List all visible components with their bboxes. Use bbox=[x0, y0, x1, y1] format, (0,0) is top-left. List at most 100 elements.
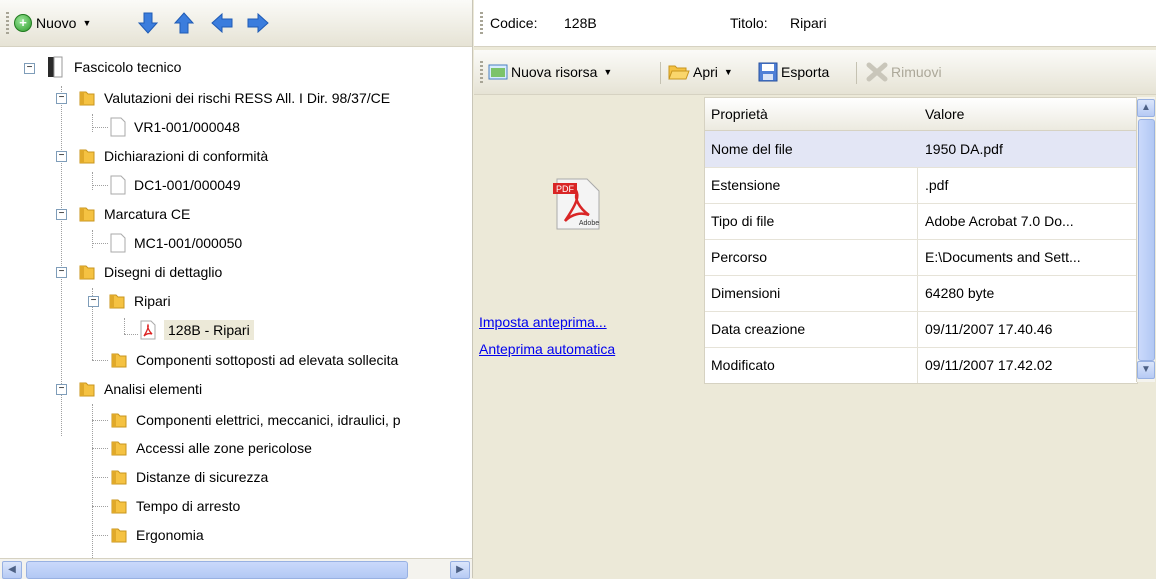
properties-grid: Proprietà Valore Nome del file 1950 DA.p… bbox=[704, 97, 1138, 384]
tree-document[interactable]: VR1-001/000048 bbox=[110, 113, 240, 141]
tree-connector bbox=[92, 127, 108, 128]
vertical-scrollbar[interactable]: ▲ ▼ bbox=[1136, 97, 1155, 382]
export-button[interactable]: Esporta bbox=[758, 60, 829, 84]
title-label: Titolo: bbox=[730, 15, 768, 31]
column-header-value[interactable]: Valore bbox=[925, 106, 964, 122]
document-icon bbox=[110, 233, 126, 253]
tree-node-label: 128B - Ripari bbox=[164, 320, 254, 340]
title-field[interactable]: Ripari bbox=[790, 15, 827, 31]
arrow-up-icon[interactable] bbox=[172, 11, 196, 35]
collapse-toggle[interactable]: − bbox=[56, 267, 67, 278]
collapse-toggle[interactable]: − bbox=[56, 209, 67, 220]
tree-folder[interactable]: Marcatura CE bbox=[78, 200, 190, 228]
toolbar-grip[interactable] bbox=[6, 12, 9, 34]
scroll-thumb[interactable] bbox=[1138, 119, 1155, 361]
tree-folder[interactable]: Componenti elettrici, meccanici, idrauli… bbox=[110, 406, 401, 434]
tree-connector bbox=[92, 420, 108, 421]
property-row-selected[interactable]: Nome del file 1950 DA.pdf bbox=[705, 131, 1137, 168]
scroll-down-icon[interactable]: ▼ bbox=[1137, 361, 1155, 379]
tree-node-label: DC1-001/000049 bbox=[134, 177, 241, 193]
collapse-toggle[interactable]: − bbox=[88, 296, 99, 307]
dropdown-caret-icon[interactable]: ▼ bbox=[724, 67, 733, 77]
property-row[interactable]: Estensione .pdf bbox=[705, 167, 1137, 204]
property-value: 1950 DA.pdf bbox=[925, 141, 1003, 157]
toolbar-grip[interactable] bbox=[480, 61, 483, 83]
column-header-property[interactable]: Proprietà bbox=[711, 106, 768, 122]
folder-icon bbox=[79, 91, 95, 106]
tree-connector bbox=[124, 318, 125, 334]
tree-document[interactable]: MC1-001/000050 bbox=[110, 229, 242, 257]
remove-button[interactable]: Rimuovi bbox=[866, 60, 942, 84]
dropdown-caret-icon[interactable]: ▼ bbox=[82, 18, 91, 28]
arrow-down-icon[interactable] bbox=[136, 11, 160, 35]
horizontal-scrollbar[interactable]: ◀ ▶ bbox=[0, 558, 472, 579]
pdf-file-icon bbox=[140, 320, 156, 340]
set-preview-link[interactable]: Imposta anteprima... bbox=[479, 314, 607, 330]
resource-toolbar: Nuova risorsa ▼ Apri ▼ Esporta Rimuovi bbox=[474, 50, 1156, 95]
tree-folder[interactable]: Disegni di dettaglio bbox=[78, 258, 222, 286]
folder-icon bbox=[111, 413, 127, 428]
auto-preview-link[interactable]: Anteprima automatica bbox=[479, 341, 615, 357]
tree-connector bbox=[92, 185, 108, 186]
tree-folder[interactable]: Accessi alle zone pericolose bbox=[110, 434, 312, 462]
scroll-right-icon[interactable]: ▶ bbox=[450, 561, 470, 579]
tree-folder[interactable]: Distanze di sicurezza bbox=[110, 463, 268, 491]
property-row[interactable]: Percorso E:\Documents and Sett... bbox=[705, 239, 1137, 276]
tree-node-label: MC1-001/000050 bbox=[134, 235, 243, 251]
tree-node-label: VR1-001/000048 bbox=[134, 119, 240, 135]
tree-folder[interactable]: Ergonomia bbox=[110, 521, 204, 549]
open-button[interactable]: Apri ▼ bbox=[668, 60, 733, 84]
tree-connector bbox=[92, 243, 108, 244]
tree-node-label: Valutazioni dei rischi RESS All. I Dir. … bbox=[104, 90, 391, 106]
tree-connector bbox=[92, 172, 93, 190]
tree-folder[interactable]: Ripari bbox=[108, 287, 171, 315]
arrow-right-icon[interactable] bbox=[246, 11, 270, 35]
document-header: Codice: 128B Titolo: Ripari bbox=[474, 0, 1156, 47]
arrow-left-icon[interactable] bbox=[210, 11, 234, 35]
property-value: 09/11/2007 17.40.46 bbox=[925, 321, 1053, 337]
property-name: Dimensioni bbox=[711, 285, 781, 301]
tree-document-selected[interactable]: 128B - Ripari bbox=[140, 316, 254, 344]
tree-folder[interactable]: Valutazioni dei rischi RESS All. I Dir. … bbox=[78, 84, 390, 112]
new-button-label: Nuovo bbox=[36, 15, 77, 31]
document-icon bbox=[110, 175, 126, 195]
collapse-toggle[interactable]: − bbox=[56, 384, 67, 395]
collapse-toggle[interactable]: − bbox=[56, 151, 67, 162]
tree-document[interactable]: DC1-001/000049 bbox=[110, 171, 241, 199]
property-row[interactable]: Data creazione 09/11/2007 17.40.46 bbox=[705, 311, 1137, 348]
tree-folder[interactable]: Dichiarazioni di conformità bbox=[78, 142, 268, 170]
tree-root[interactable]: Fascicolo tecnico bbox=[44, 53, 181, 81]
property-row[interactable]: Modificato 09/11/2007 17.42.02 bbox=[705, 347, 1137, 383]
tree-folder[interactable]: Componenti sottoposti ad elevata solleci… bbox=[110, 346, 398, 374]
tree-folder[interactable]: Analisi elementi bbox=[78, 375, 202, 403]
export-label: Esporta bbox=[781, 64, 830, 80]
tree-node-label: Ripari bbox=[134, 293, 171, 309]
property-row[interactable]: Tipo di file Adobe Acrobat 7.0 Do... bbox=[705, 203, 1137, 240]
add-icon: + bbox=[14, 14, 32, 32]
scroll-left-icon[interactable]: ◀ bbox=[2, 561, 22, 579]
scroll-up-icon[interactable]: ▲ bbox=[1137, 99, 1155, 117]
folder-icon bbox=[111, 353, 127, 368]
tree-toolbar: + Nuovo ▼ bbox=[0, 0, 472, 47]
tree-node-label: Componenti elettrici, meccanici, idrauli… bbox=[136, 412, 401, 428]
toolbar-grip[interactable] bbox=[480, 12, 483, 34]
tree-connector bbox=[92, 114, 93, 132]
scroll-thumb[interactable] bbox=[26, 561, 408, 579]
tree-node-label: Disegni di dettaglio bbox=[104, 264, 223, 280]
tree-connector bbox=[124, 334, 138, 335]
tree-folder[interactable]: Tempo di arresto bbox=[110, 492, 240, 520]
dropdown-caret-icon[interactable]: ▼ bbox=[603, 67, 612, 77]
new-button[interactable]: + Nuovo ▼ bbox=[14, 11, 91, 35]
new-resource-icon bbox=[488, 64, 508, 80]
tree-connector bbox=[92, 506, 108, 507]
collapse-toggle[interactable]: − bbox=[24, 63, 35, 74]
collapse-toggle[interactable]: − bbox=[56, 93, 67, 104]
code-label: Codice: bbox=[490, 15, 538, 31]
pdf-preview-icon: PDF Adobe bbox=[553, 178, 600, 230]
property-name: Data creazione bbox=[711, 321, 806, 337]
tree-connector bbox=[92, 448, 108, 449]
code-field[interactable]: 128B bbox=[564, 15, 597, 31]
new-resource-button[interactable]: Nuova risorsa ▼ bbox=[488, 60, 612, 84]
property-row[interactable]: Dimensioni 64280 byte bbox=[705, 275, 1137, 312]
property-name: Nome del file bbox=[711, 141, 793, 157]
